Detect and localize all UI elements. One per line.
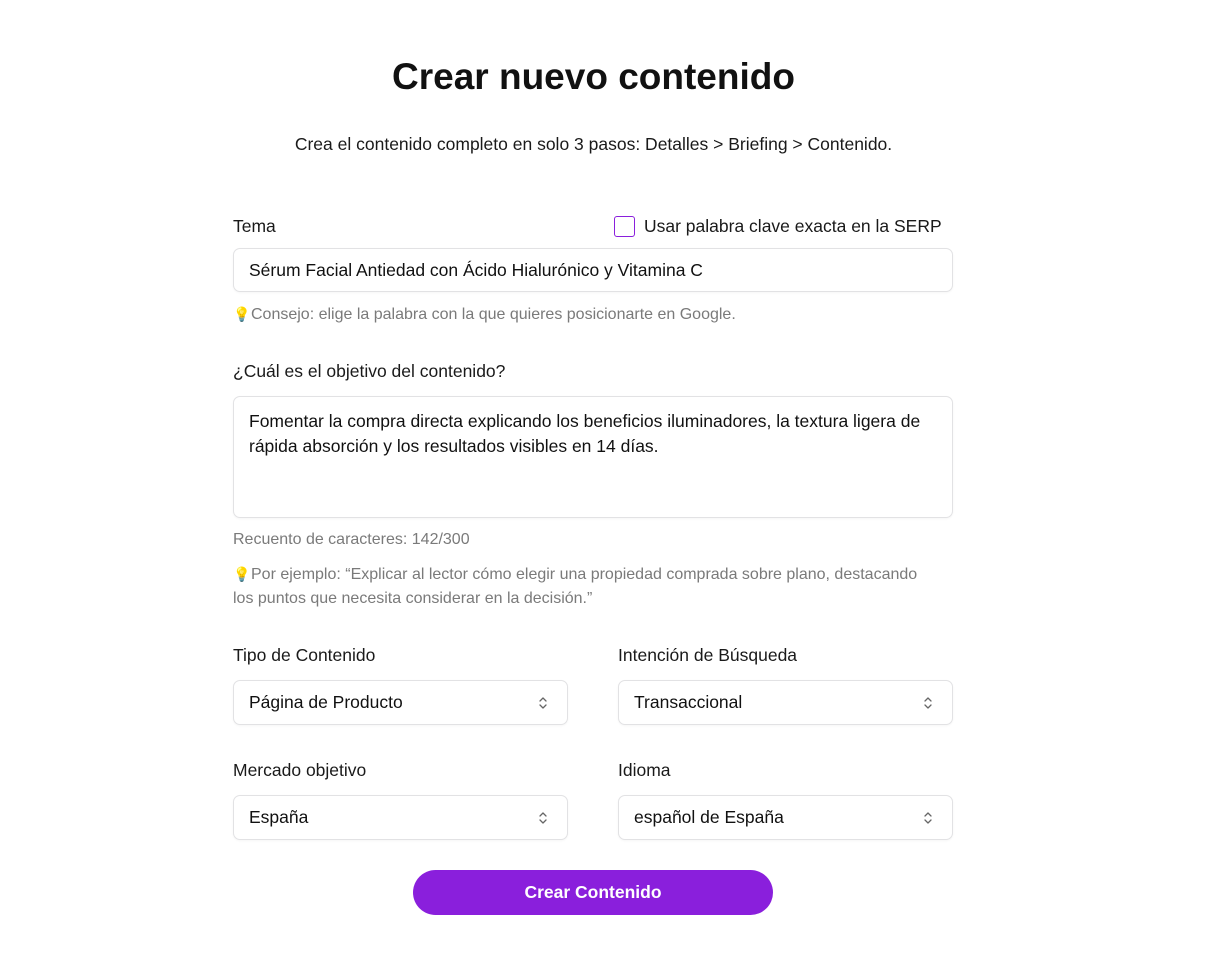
objetivo-textarea-value: Fomentar la compra directa explicando lo… bbox=[249, 411, 921, 456]
mercado-value: España bbox=[249, 807, 309, 827]
tema-hint: 💡Consejo: elige la palabra con la que qu… bbox=[233, 302, 736, 327]
objetivo-label: ¿Cuál es el objetivo del contenido? bbox=[233, 361, 506, 381]
tipo-contenido-select[interactable]: Página de Producto bbox=[233, 680, 568, 725]
exact-keyword-checkbox[interactable] bbox=[614, 216, 635, 237]
lightbulb-icon: 💡 bbox=[233, 306, 251, 322]
objetivo-example: 💡Por ejemplo: “Explicar al lector cómo e… bbox=[233, 562, 923, 611]
tema-label: Tema bbox=[233, 216, 276, 236]
idioma-select[interactable]: español de España bbox=[618, 795, 953, 840]
tema-input[interactable]: Sérum Facial Antiedad con Ácido Hialurón… bbox=[233, 248, 953, 292]
content-form: Tema Usar palabra clave exacta en la SER… bbox=[233, 0, 953, 955]
intencion-label: Intención de Búsqueda bbox=[618, 645, 798, 665]
tipo-contenido-label: Tipo de Contenido bbox=[233, 645, 376, 665]
mercado-select[interactable]: España bbox=[233, 795, 568, 840]
idioma-value: español de España bbox=[634, 807, 784, 827]
char-count: Recuento de caracteres: 142/300 bbox=[233, 531, 470, 548]
tema-hint-text: Consejo: elige la palabra con la que qui… bbox=[251, 306, 736, 323]
intencion-select[interactable]: Transaccional bbox=[618, 680, 953, 725]
tipo-contenido-value: Página de Producto bbox=[249, 692, 403, 712]
create-content-button[interactable]: Crear Contenido bbox=[413, 870, 773, 915]
chevron-up-down-icon bbox=[922, 695, 934, 711]
chevron-up-down-icon bbox=[537, 810, 549, 826]
mercado-label: Mercado objetivo bbox=[233, 760, 367, 780]
objetivo-textarea[interactable]: Fomentar la compra directa explicando lo… bbox=[233, 396, 953, 518]
exact-keyword-label[interactable]: Usar palabra clave exacta en la SERP bbox=[644, 216, 942, 237]
objetivo-example-text: Por ejemplo: “Explicar al lector cómo el… bbox=[233, 566, 918, 607]
idioma-label: Idioma bbox=[618, 760, 671, 780]
intencion-value: Transaccional bbox=[634, 692, 743, 712]
lightbulb-icon: 💡 bbox=[233, 566, 251, 582]
chevron-up-down-icon bbox=[922, 810, 934, 826]
chevron-up-down-icon bbox=[537, 695, 549, 711]
tema-input-value: Sérum Facial Antiedad con Ácido Hialurón… bbox=[249, 259, 703, 280]
